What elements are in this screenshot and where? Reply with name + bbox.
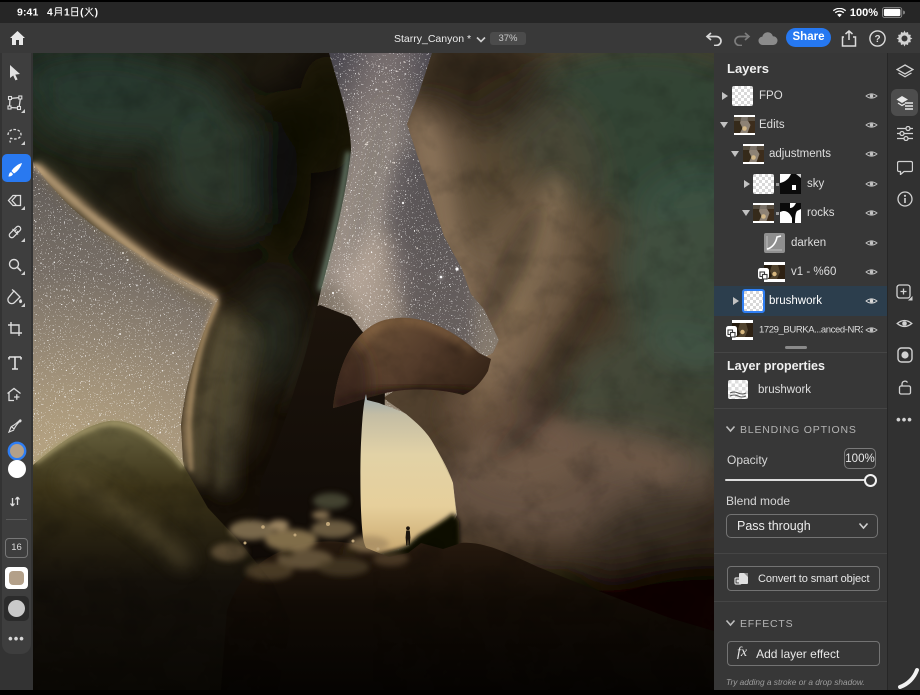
svg-text:?: ? [874, 34, 880, 45]
svg-text:4: 4 [47, 8, 53, 18]
svg-text:1: 1 [64, 8, 70, 18]
svg-text:(: ( [81, 8, 85, 18]
svg-text:): ) [95, 8, 98, 18]
